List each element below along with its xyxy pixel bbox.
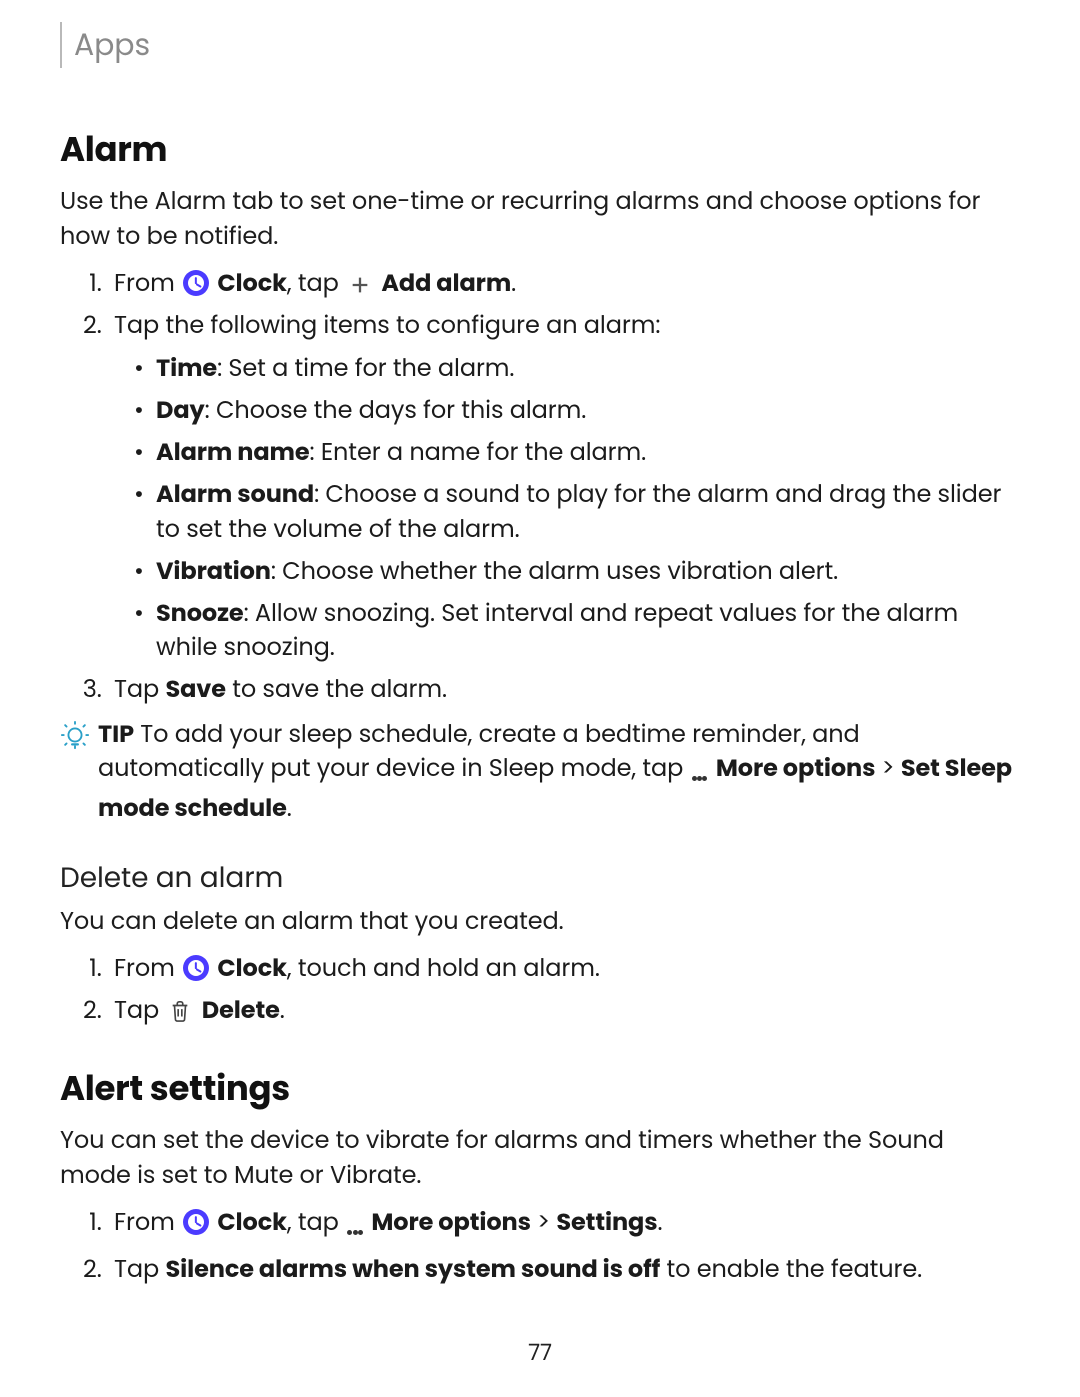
delete-label: Delete — [202, 994, 280, 1027]
text: : Choose the days for this alarm. — [205, 394, 587, 427]
list-item: Vibration: Choose whether the alarm uses… — [156, 555, 1020, 589]
alert-steps: From Clock, tap More options > Settings.… — [60, 1206, 1020, 1288]
delete-intro: You can delete an alarm that you created… — [60, 905, 1020, 940]
text: , touch and hold an alarm. — [287, 952, 600, 985]
list-item: Day: Choose the days for this alarm. — [156, 394, 1020, 428]
alert-intro: You can set the device to vibrate for al… — [60, 1124, 1020, 1194]
tip-block: TIP To add your sleep schedule, create a… — [60, 718, 1020, 827]
alarm-step-2: Tap the following items to configure an … — [108, 309, 1020, 664]
text: to enable the feature. — [660, 1253, 922, 1286]
tip-text: TIP To add your sleep schedule, create a… — [98, 718, 1020, 827]
text: , tap — [287, 1206, 345, 1239]
settings-label: Settings — [556, 1206, 657, 1239]
delete-step-2: Tap Delete. — [108, 994, 1020, 1029]
delete-step-1: From Clock, touch and hold an alarm. — [108, 952, 1020, 987]
text: From — [114, 1206, 181, 1239]
opt-vibration: Vibration — [156, 555, 271, 588]
opt-day: Day — [156, 394, 205, 427]
more-options-label: More options — [371, 1206, 531, 1239]
text: , tap — [287, 267, 345, 300]
list-item: Alarm name: Enter a name for the alarm. — [156, 436, 1020, 470]
text: : Allow snoozing. Set interval and repea… — [156, 597, 958, 664]
text: . — [658, 1206, 663, 1239]
text: . — [280, 994, 285, 1027]
opt-snooze: Snooze — [156, 597, 244, 630]
trash-icon — [167, 998, 193, 1024]
text: Tap — [114, 673, 165, 706]
text: : Choose whether the alarm uses vibratio… — [271, 555, 838, 588]
alert-step-2: Tap Silence alarms when system sound is … — [108, 1253, 1020, 1288]
clock-icon — [183, 270, 209, 296]
text: to save the alarm. — [226, 673, 447, 706]
list-item: Time: Set a time for the alarm. — [156, 352, 1020, 386]
alarm-options: Time: Set a time for the alarm. Day: Cho… — [114, 352, 1020, 665]
page-number: 77 — [0, 1336, 1080, 1369]
opt-name: Alarm name — [156, 436, 310, 469]
delete-steps: From Clock, touch and hold an alarm. Tap… — [60, 952, 1020, 1030]
text: > — [875, 752, 900, 785]
breadcrumb: Apps — [60, 22, 1020, 68]
plus-icon — [347, 272, 373, 298]
text: Tap — [114, 1253, 165, 1286]
text: > — [531, 1206, 556, 1239]
more-options-icon — [692, 766, 708, 792]
add-alarm-label: Add alarm — [381, 267, 511, 300]
clock-icon — [183, 1209, 209, 1235]
clock-label: Clock — [217, 1206, 287, 1239]
more-options-label: More options — [716, 752, 876, 785]
alarm-steps: From Clock, tap Add alarm. Tap the follo… — [60, 267, 1020, 708]
text: . — [287, 792, 292, 825]
clock-icon — [183, 955, 209, 981]
tip-label: TIP — [98, 718, 134, 751]
alert-step-1: From Clock, tap More options > Settings. — [108, 1206, 1020, 1246]
alarm-step-1: From Clock, tap Add alarm. — [108, 267, 1020, 302]
text: Tap — [114, 994, 165, 1027]
opt-time: Time — [156, 352, 217, 385]
list-item: Alarm sound: Choose a sound to play for … — [156, 478, 1020, 546]
clock-label: Clock — [217, 267, 287, 300]
alarm-intro: Use the Alarm tab to set one-time or rec… — [60, 185, 1020, 255]
more-options-icon — [347, 1219, 363, 1245]
clock-label: Clock — [217, 952, 287, 985]
alert-settings-heading: Alert settings — [60, 1063, 1020, 1114]
text: . — [511, 267, 516, 300]
lightbulb-icon — [60, 720, 90, 827]
text: : Enter a name for the alarm. — [310, 436, 647, 469]
silence-alarms-label: Silence alarms when system sound is off — [165, 1253, 660, 1286]
text: : Set a time for the alarm. — [217, 352, 514, 385]
text: Tap the following items to configure an … — [114, 309, 660, 342]
delete-alarm-heading: Delete an alarm — [60, 857, 1020, 899]
text: From — [114, 952, 181, 985]
breadcrumb-label: Apps — [74, 23, 150, 66]
list-item: Snooze: Allow snoozing. Set interval and… — [156, 597, 1020, 665]
opt-sound: Alarm sound — [156, 478, 314, 511]
text: From — [114, 267, 181, 300]
alarm-step-3: Tap Save to save the alarm. — [108, 673, 1020, 708]
alarm-heading: Alarm — [60, 124, 1020, 175]
save-label: Save — [165, 673, 225, 706]
